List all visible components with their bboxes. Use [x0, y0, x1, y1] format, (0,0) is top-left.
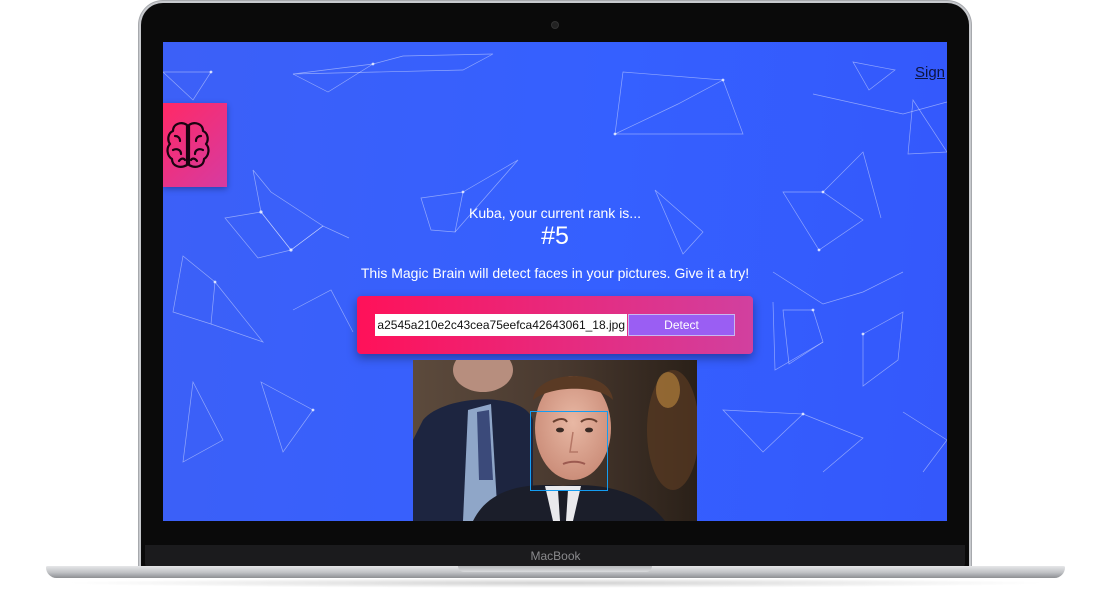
device-label: MacBook — [530, 549, 581, 563]
detect-button[interactable]: Detect — [628, 314, 735, 336]
signout-link[interactable]: Sign — [915, 64, 945, 81]
logo — [163, 103, 227, 187]
laptop-notch — [458, 566, 652, 572]
image-url-form: Detect — [357, 296, 753, 354]
rank-value: #5 — [541, 222, 569, 250]
image-url-input[interactable] — [375, 314, 627, 336]
app-screen: Sign Kuba, your current rank is... #5 Th… — [163, 42, 947, 521]
face-bounding-box — [530, 411, 608, 491]
laptop-shadow — [60, 578, 1051, 588]
uploaded-photo — [413, 360, 697, 521]
rank-intro: Kuba, your current rank is... — [469, 205, 641, 221]
description-text: This Magic Brain will detect faces in yo… — [360, 265, 750, 281]
camera-icon — [552, 22, 558, 28]
brain-icon — [166, 122, 210, 168]
